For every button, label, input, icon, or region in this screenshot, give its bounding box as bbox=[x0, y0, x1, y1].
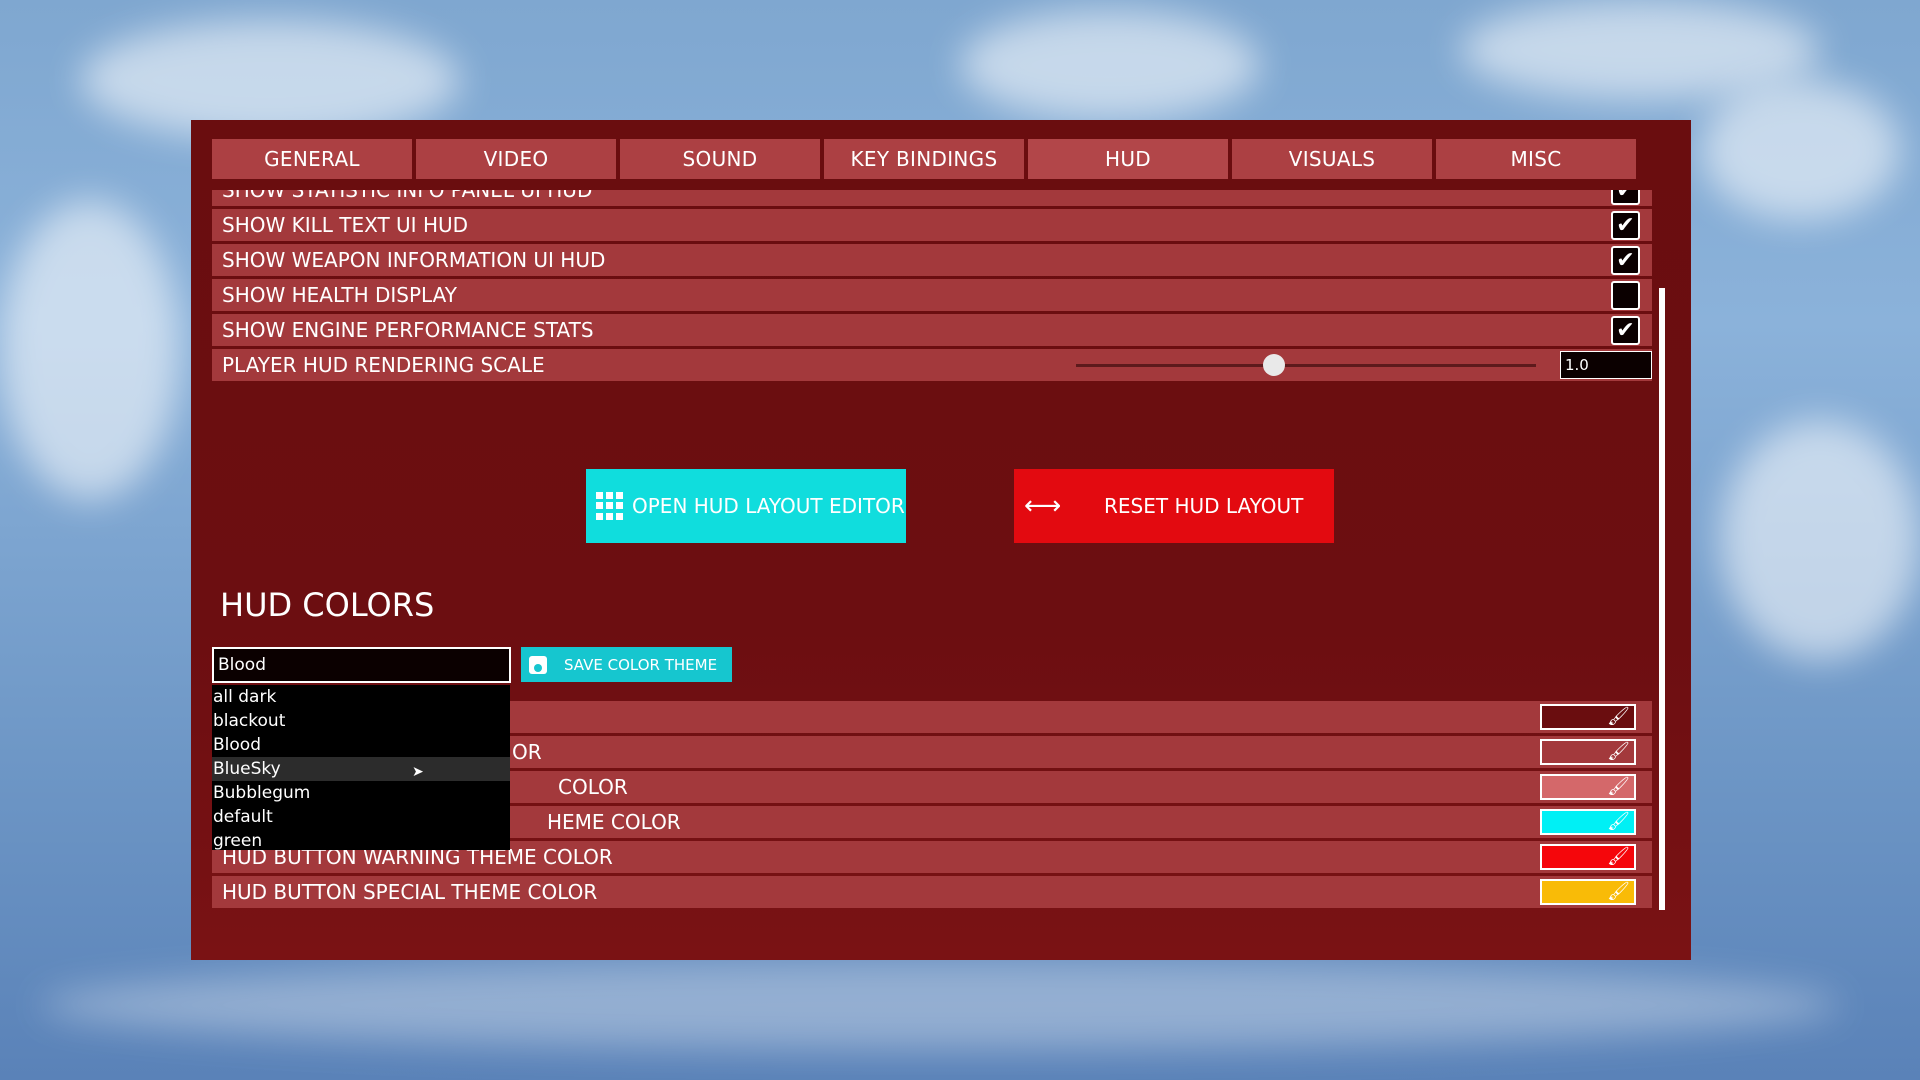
color-row-special: HUD BUTTON SPECIAL THEME COLOR 🖌 bbox=[212, 876, 1652, 908]
slider-handle[interactable] bbox=[1262, 354, 1285, 376]
checkbox[interactable]: ✔ bbox=[1611, 246, 1640, 275]
theme-option[interactable]: all dark bbox=[212, 685, 510, 709]
checkbox[interactable]: ✔ bbox=[1611, 316, 1640, 345]
theme-option[interactable]: green bbox=[212, 829, 510, 853]
color-swatch[interactable]: 🖌 bbox=[1540, 739, 1636, 765]
scrollbar[interactable] bbox=[1659, 288, 1665, 910]
brush-icon: 🖌 bbox=[1607, 706, 1630, 727]
tab-sound[interactable]: SOUND bbox=[620, 139, 820, 179]
mouse-cursor-icon: ➤ bbox=[412, 764, 424, 780]
save-icon bbox=[529, 655, 547, 674]
color-swatch[interactable]: 🖌 bbox=[1540, 774, 1636, 800]
tab-misc[interactable]: MISC bbox=[1436, 139, 1636, 179]
tab-video[interactable]: VIDEO bbox=[416, 139, 616, 179]
scale-value-input[interactable]: 1.0 bbox=[1560, 351, 1652, 379]
theme-dropdown-list: all dark blackout Blood BlueSky ➤ Bubble… bbox=[212, 685, 510, 853]
color-swatch[interactable]: 🖌 bbox=[1540, 704, 1636, 730]
tab-visuals[interactable]: VISUALS bbox=[1232, 139, 1432, 179]
setting-label: SHOW STATISTIC INFO PANEL UI HUD bbox=[222, 190, 593, 202]
setting-row-kill-text: SHOW KILL TEXT UI HUD ✔ bbox=[212, 209, 1652, 241]
settings-panel: GENERAL VIDEO SOUND KEY BINDINGS HUD VIS… bbox=[191, 120, 1691, 960]
hud-settings-list: SHOW STATISTIC INFO PANEL UI HUD ✔ SHOW … bbox=[212, 190, 1652, 520]
theme-option[interactable]: default bbox=[212, 805, 510, 829]
setting-label: SHOW ENGINE PERFORMANCE STATS bbox=[222, 318, 594, 342]
arrows-icon: ⟷ bbox=[1024, 491, 1062, 521]
hud-colors-heading: HUD COLORS bbox=[220, 586, 435, 624]
tab-key-bindings[interactable]: KEY BINDINGS bbox=[824, 139, 1024, 179]
setting-row-weapon-info: SHOW WEAPON INFORMATION UI HUD ✔ bbox=[212, 244, 1652, 276]
brush-icon: 🖌 bbox=[1607, 846, 1630, 867]
color-label: HUD BUTTON SPECIAL THEME COLOR bbox=[222, 880, 598, 904]
button-label: OPEN HUD LAYOUT EDITOR bbox=[632, 494, 905, 518]
option-label: BlueSky bbox=[213, 759, 281, 779]
setting-label: SHOW HEALTH DISPLAY bbox=[222, 283, 457, 307]
button-label: SAVE COLOR THEME bbox=[564, 655, 718, 674]
save-color-theme-button[interactable]: SAVE COLOR THEME bbox=[521, 647, 732, 682]
color-swatch[interactable]: 🖌 bbox=[1540, 809, 1636, 835]
setting-label: SHOW WEAPON INFORMATION UI HUD bbox=[222, 248, 606, 272]
scale-slider[interactable] bbox=[1076, 364, 1536, 367]
checkbox[interactable]: ✔ bbox=[1611, 211, 1640, 240]
setting-row-health-display: SHOW HEALTH DISPLAY bbox=[212, 279, 1652, 311]
open-hud-layout-editor-button[interactable]: OPEN HUD LAYOUT EDITOR bbox=[586, 469, 906, 543]
brush-icon: 🖌 bbox=[1607, 811, 1630, 832]
brush-icon: 🖌 bbox=[1607, 776, 1630, 797]
setting-row-statistic-panel: SHOW STATISTIC INFO PANEL UI HUD ✔ bbox=[212, 190, 1652, 206]
button-label: RESET HUD LAYOUT bbox=[1104, 494, 1304, 518]
setting-row-render-scale: PLAYER HUD RENDERING SCALE 1.0 bbox=[212, 349, 1652, 381]
settings-tabs: GENERAL VIDEO SOUND KEY BINDINGS HUD VIS… bbox=[212, 139, 1636, 179]
brush-icon: 🖌 bbox=[1607, 881, 1630, 902]
color-swatch[interactable]: 🖌 bbox=[1540, 879, 1636, 905]
theme-option-hovered[interactable]: BlueSky ➤ bbox=[212, 757, 510, 781]
theme-option[interactable]: Blood bbox=[212, 733, 510, 757]
tab-general[interactable]: GENERAL bbox=[212, 139, 412, 179]
setting-row-engine-stats: SHOW ENGINE PERFORMANCE STATS ✔ bbox=[212, 314, 1652, 346]
color-theme-select[interactable]: Blood bbox=[212, 647, 511, 683]
theme-option[interactable]: blackout bbox=[212, 709, 510, 733]
reset-hud-layout-button[interactable]: ⟷ RESET HUD LAYOUT bbox=[1014, 469, 1334, 543]
setting-label: PLAYER HUD RENDERING SCALE bbox=[222, 353, 545, 377]
grid-icon bbox=[596, 492, 624, 520]
theme-option[interactable]: Bubblegum bbox=[212, 781, 510, 805]
checkbox[interactable] bbox=[1611, 281, 1640, 310]
checkbox[interactable]: ✔ bbox=[1611, 190, 1640, 205]
tab-hud[interactable]: HUD bbox=[1028, 139, 1228, 179]
setting-label: SHOW KILL TEXT UI HUD bbox=[222, 213, 469, 237]
color-swatch[interactable]: 🖌 bbox=[1540, 844, 1636, 870]
brush-icon: 🖌 bbox=[1607, 741, 1630, 762]
